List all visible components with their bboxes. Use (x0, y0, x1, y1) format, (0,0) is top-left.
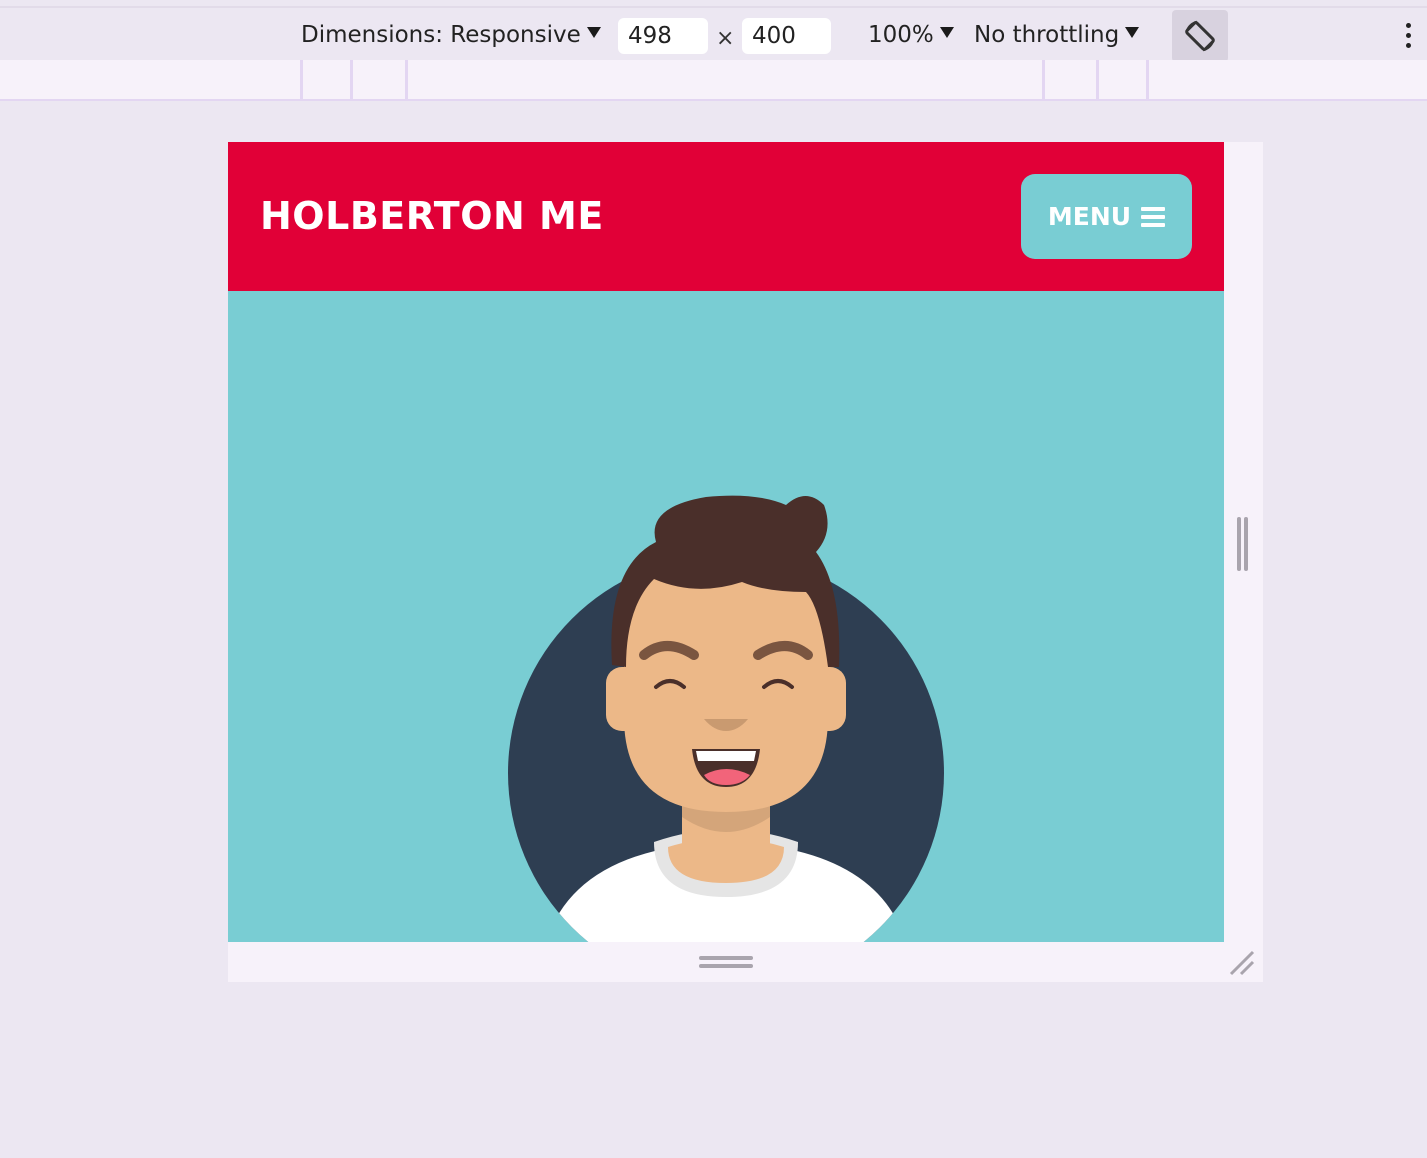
more-options-icon[interactable] (1398, 20, 1418, 54)
resize-corner-icon[interactable] (1229, 950, 1255, 976)
caret-down-icon (939, 27, 954, 38)
resize-handle-right[interactable] (1237, 517, 1249, 571)
menu-label: MENU (1047, 202, 1132, 231)
rotate-button[interactable] (1172, 10, 1228, 62)
hamburger-icon (1141, 203, 1166, 231)
times-symbol: × (716, 26, 735, 51)
device-frame: HOLBERTON ME MENU (228, 142, 1263, 982)
menu-button[interactable]: MENU (1021, 174, 1192, 259)
rotate-icon (1185, 20, 1215, 52)
zoom-dropdown[interactable]: 100% (868, 22, 954, 48)
dimensions-label: Dimensions: Responsive (301, 22, 581, 48)
resize-handle-bottom[interactable] (699, 956, 753, 970)
caret-down-icon (1125, 27, 1140, 38)
page-viewport: HOLBERTON ME MENU (228, 142, 1224, 942)
caret-down-icon (586, 27, 601, 38)
zoom-label: 100% (868, 22, 934, 48)
avatar-illustration (508, 495, 944, 942)
throttling-dropdown[interactable]: No throttling (974, 22, 1140, 48)
throttling-label: No throttling (974, 22, 1120, 48)
devtools-toolbar: Dimensions: Responsive × 100% No throttl… (0, 6, 1427, 62)
site-title: HOLBERTON ME (260, 194, 604, 238)
height-input[interactable] (742, 18, 831, 54)
width-input[interactable] (618, 18, 708, 54)
dimensions-dropdown[interactable]: Dimensions: Responsive (301, 22, 601, 48)
site-header: HOLBERTON ME MENU (228, 142, 1224, 291)
media-query-ruler (0, 60, 1427, 101)
